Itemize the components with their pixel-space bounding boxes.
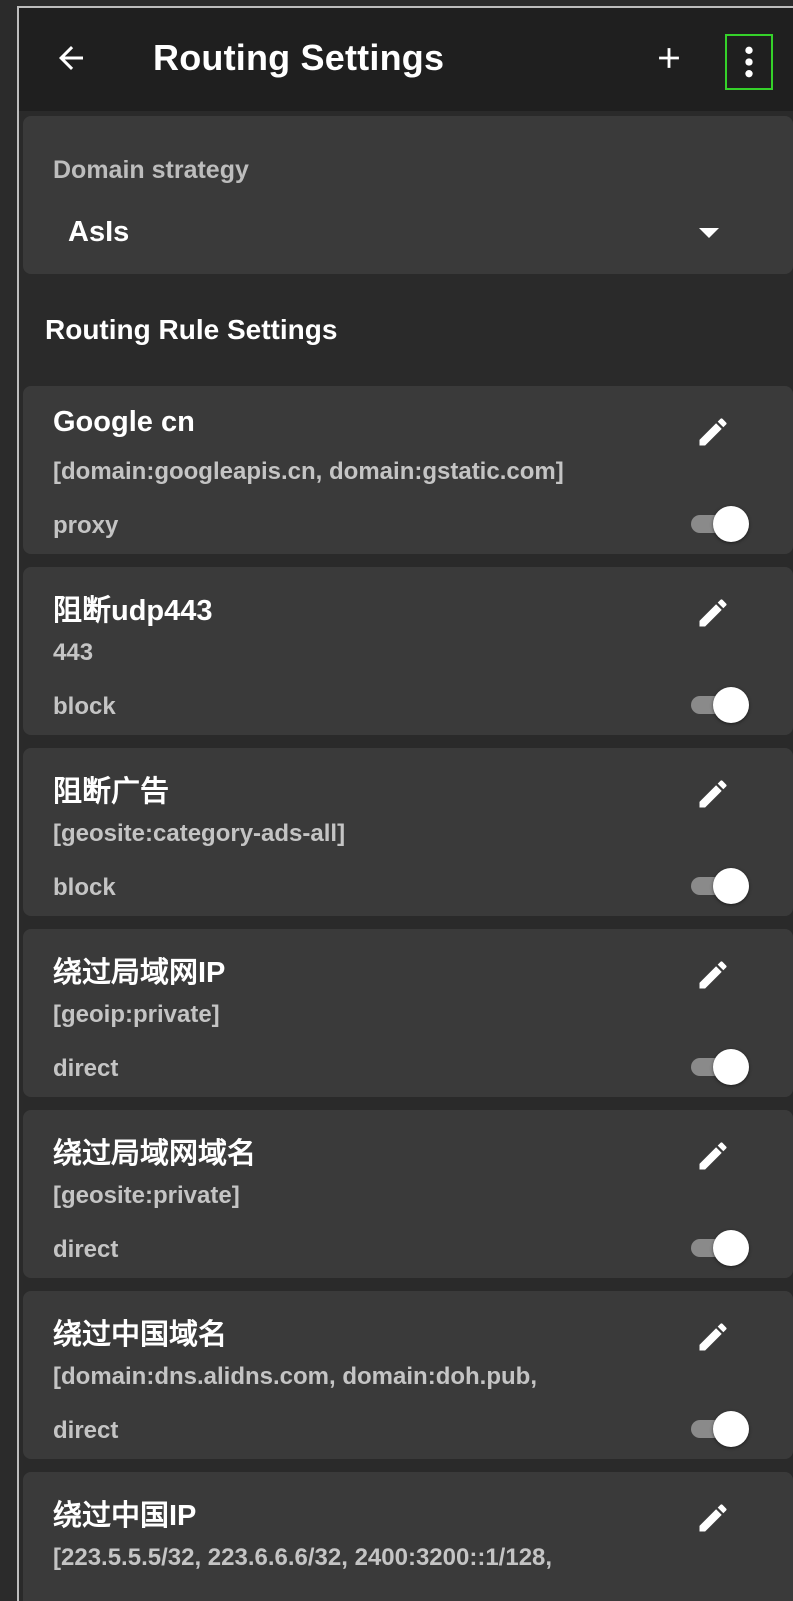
rule-detail: [domain:googleapis.cn, domain:gstatic.co… <box>53 458 564 485</box>
more-vert-icon <box>734 42 764 82</box>
toggle-thumb <box>713 1049 749 1085</box>
toggle-thumb <box>713 506 749 542</box>
toggle-thumb <box>713 1411 749 1447</box>
edit-rule-button[interactable] <box>691 1496 735 1540</box>
pencil-icon <box>695 595 731 631</box>
rule-enabled-toggle[interactable] <box>687 504 749 544</box>
rule-card-block-ads[interactable]: 阻断广告 [geosite:category-ads-all] block <box>23 748 793 916</box>
pencil-icon <box>695 1138 731 1174</box>
rule-detail: 443 <box>53 639 94 666</box>
rule-card-bypass-lan-domain[interactable]: 绕过局域网域名 [geosite:private] direct <box>23 1110 793 1278</box>
edit-rule-button[interactable] <box>691 410 735 454</box>
pencil-icon <box>695 414 731 450</box>
pencil-icon <box>695 1500 731 1536</box>
rule-card-google-cn[interactable]: Google cn [domain:googleapis.cn, domain:… <box>23 386 793 554</box>
rule-enabled-toggle[interactable] <box>687 1047 749 1087</box>
toggle-thumb <box>713 868 749 904</box>
rule-title: 阻断udp443 <box>53 595 213 627</box>
rule-enabled-toggle[interactable] <box>687 866 749 906</box>
rule-action: direct <box>53 1055 119 1082</box>
rule-card-bypass-china-ip[interactable]: 绕过中国IP [223.5.5.5/32, 223.6.6.6/32, 2400… <box>23 1472 793 1601</box>
toggle-thumb <box>713 687 749 723</box>
rule-detail: [geosite:category-ads-all] <box>53 820 346 847</box>
rule-action: direct <box>53 1236 119 1263</box>
routing-settings-screen: Routing Settings Domain strategy AsIs Ro… <box>17 6 793 1601</box>
rule-enabled-toggle[interactable] <box>687 1228 749 1268</box>
routing-rule-list: Google cn [domain:googleapis.cn, domain:… <box>23 386 793 1601</box>
back-button[interactable] <box>49 36 93 80</box>
domain-strategy-select[interactable]: AsIs <box>23 204 793 260</box>
rule-card-bypass-china-domain[interactable]: 绕过中国域名 [domain:dns.alidns.com, domain:do… <box>23 1291 793 1459</box>
rule-title: 阻断广告 <box>53 776 170 808</box>
edit-rule-button[interactable] <box>691 772 735 816</box>
toggle-thumb <box>713 1230 749 1266</box>
rule-detail: [domain:dns.alidns.com, domain:doh.pub, <box>53 1363 537 1390</box>
edit-rule-button[interactable] <box>691 591 735 635</box>
domain-strategy-label: Domain strategy <box>53 156 249 184</box>
rule-enabled-toggle[interactable] <box>687 685 749 725</box>
rule-action: proxy <box>53 512 119 539</box>
pencil-icon <box>695 1319 731 1355</box>
rule-detail: [223.5.5.5/32, 223.6.6.6/32, 2400:3200::… <box>53 1544 553 1571</box>
rule-title: 绕过中国域名 <box>53 1319 228 1351</box>
rule-action: direct <box>53 1417 119 1444</box>
routing-rules-section-title: Routing Rule Settings <box>45 314 338 345</box>
add-rule-button[interactable] <box>647 36 691 80</box>
pencil-icon <box>695 776 731 812</box>
rule-card-block-udp443[interactable]: 阻断udp443 443 block <box>23 567 793 735</box>
more-options-button[interactable] <box>725 34 773 90</box>
pencil-icon <box>695 957 731 993</box>
rule-detail: [geoip:private] <box>53 1001 220 1028</box>
rule-action: block <box>53 693 116 720</box>
rule-title: Google cn <box>53 406 195 438</box>
rule-card-bypass-lan-ip[interactable]: 绕过局域网IP [geoip:private] direct <box>23 929 793 1097</box>
rule-title: 绕过局域网域名 <box>53 1138 257 1170</box>
domain-strategy-card: Domain strategy AsIs <box>23 116 793 274</box>
domain-strategy-value: AsIs <box>68 216 130 248</box>
app-bar: Routing Settings <box>19 8 793 111</box>
dropdown-arrow-icon <box>699 228 719 238</box>
rule-action: block <box>53 874 116 901</box>
rule-title: 绕过局域网IP <box>53 957 226 989</box>
plus-icon <box>652 41 686 75</box>
rule-enabled-toggle[interactable] <box>687 1409 749 1449</box>
page-title: Routing Settings <box>153 37 445 78</box>
edit-rule-button[interactable] <box>691 1134 735 1178</box>
rule-detail: [geosite:private] <box>53 1182 240 1209</box>
edit-rule-button[interactable] <box>691 1315 735 1359</box>
edit-rule-button[interactable] <box>691 953 735 997</box>
rule-title: 绕过中国IP <box>53 1500 197 1532</box>
arrow-left-icon <box>53 40 89 76</box>
